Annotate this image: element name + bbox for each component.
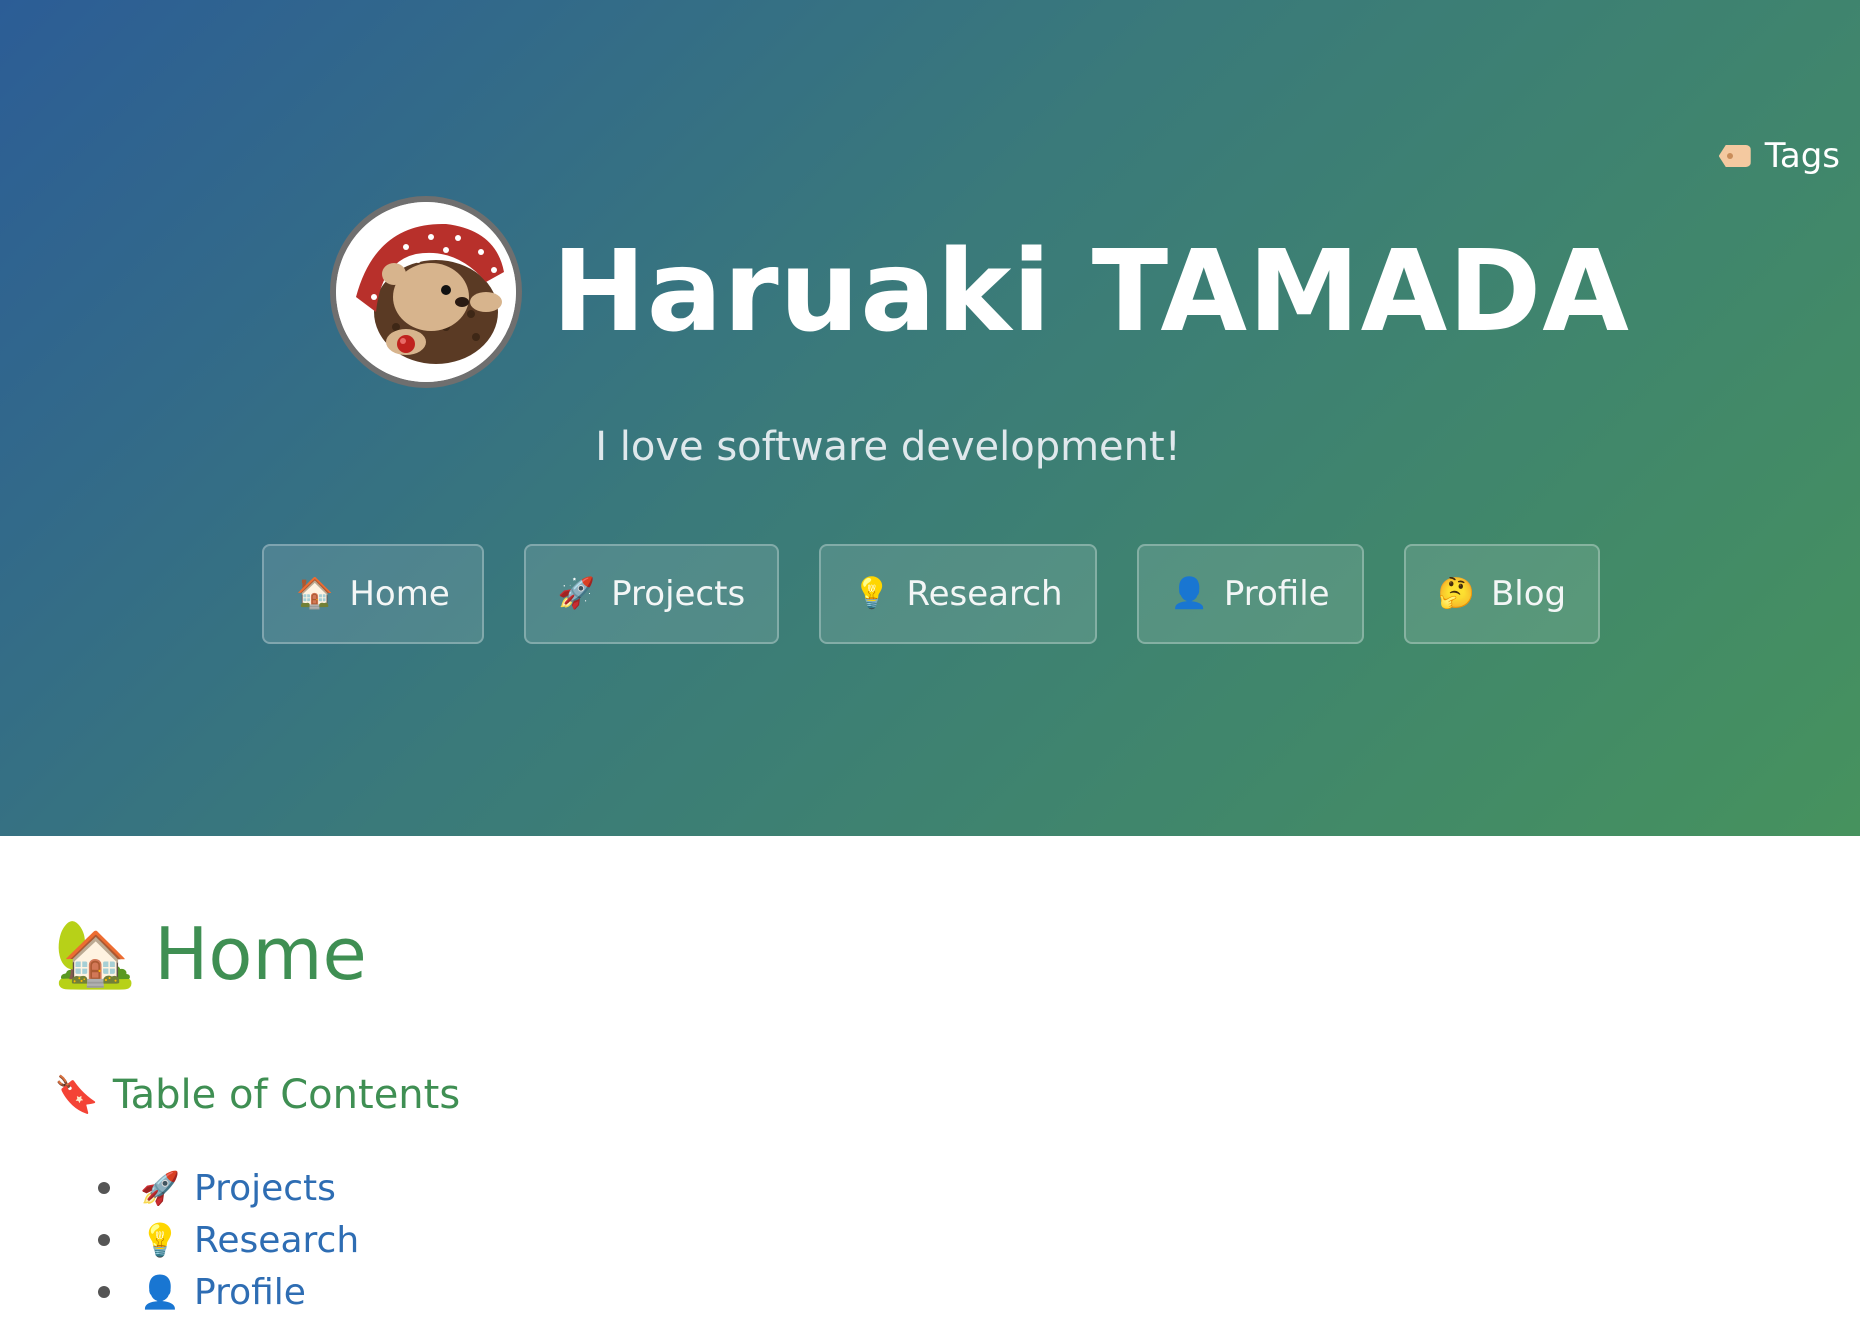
- lightbulb-icon: 💡: [853, 576, 891, 611]
- list-item: 🚀 Projects: [98, 1162, 359, 1214]
- rocket-icon: 🚀: [140, 1169, 180, 1207]
- nav-label: Profile: [1223, 574, 1330, 614]
- nav-profile-button[interactable]: 👤 Profile: [1136, 544, 1364, 644]
- house-icon: 🏠: [296, 576, 334, 611]
- toc-link-projects[interactable]: Projects: [194, 1168, 336, 1209]
- nav-blog-button[interactable]: 🤔 Blog: [1403, 544, 1601, 644]
- list-item: 👤 Profile: [98, 1266, 359, 1318]
- tags-link[interactable]: Tags: [1718, 136, 1840, 176]
- person-icon: 👤: [140, 1273, 180, 1311]
- nav-label: Home: [349, 574, 450, 614]
- brand: Haruaki TAMADA: [330, 196, 1630, 388]
- bookmark-tag-icon: 🔖: [54, 1075, 99, 1116]
- nav-label: Research: [906, 574, 1063, 614]
- tagline: I love software development!: [595, 424, 1181, 470]
- thinking-face-icon: 🤔: [1437, 576, 1475, 611]
- site-title[interactable]: Haruaki TAMADA: [552, 236, 1630, 348]
- lightbulb-icon: 💡: [140, 1221, 180, 1259]
- avatar[interactable]: [330, 196, 522, 388]
- bullet: [98, 1286, 110, 1298]
- bullet: [98, 1182, 110, 1194]
- nav-label: Blog: [1490, 574, 1567, 614]
- hedgehog-plush-icon: [336, 202, 516, 382]
- nav-research-button[interactable]: 💡 Research: [819, 544, 1097, 644]
- bullet: [98, 1234, 110, 1246]
- page-title-label: Home: [154, 912, 367, 996]
- toc-heading-label: Table of Contents: [112, 1072, 461, 1118]
- toc-link-research[interactable]: Research: [194, 1220, 359, 1261]
- list-item: 💡 Research: [98, 1214, 359, 1266]
- main-nav: 🏠 Home 🚀 Projects 💡 Research 👤 Profile 🤔…: [262, 544, 1601, 644]
- main-content: 🏡 Home 🔖 Table of Contents 🚀 Projects 💡 …: [0, 836, 1860, 1320]
- rocket-icon: 🚀: [557, 576, 596, 611]
- nav-projects-button[interactable]: 🚀 Projects: [523, 544, 780, 644]
- tags-label: Tags: [1764, 136, 1840, 176]
- toc-link-profile[interactable]: Profile: [194, 1272, 306, 1313]
- site-header: Tags Haruaki TAMADA I love software deve…: [0, 0, 1860, 836]
- nav-home-button[interactable]: 🏠 Home: [262, 544, 484, 644]
- tag-icon: [1718, 145, 1751, 167]
- person-icon: 👤: [1170, 576, 1208, 611]
- toc-list: 🚀 Projects 💡 Research 👤 Profile: [98, 1162, 359, 1318]
- page-title: 🏡 Home: [54, 912, 367, 996]
- nav-label: Projects: [611, 574, 746, 614]
- toc-heading: 🔖 Table of Contents: [54, 1072, 460, 1118]
- house-with-garden-icon: 🏡: [54, 915, 137, 992]
